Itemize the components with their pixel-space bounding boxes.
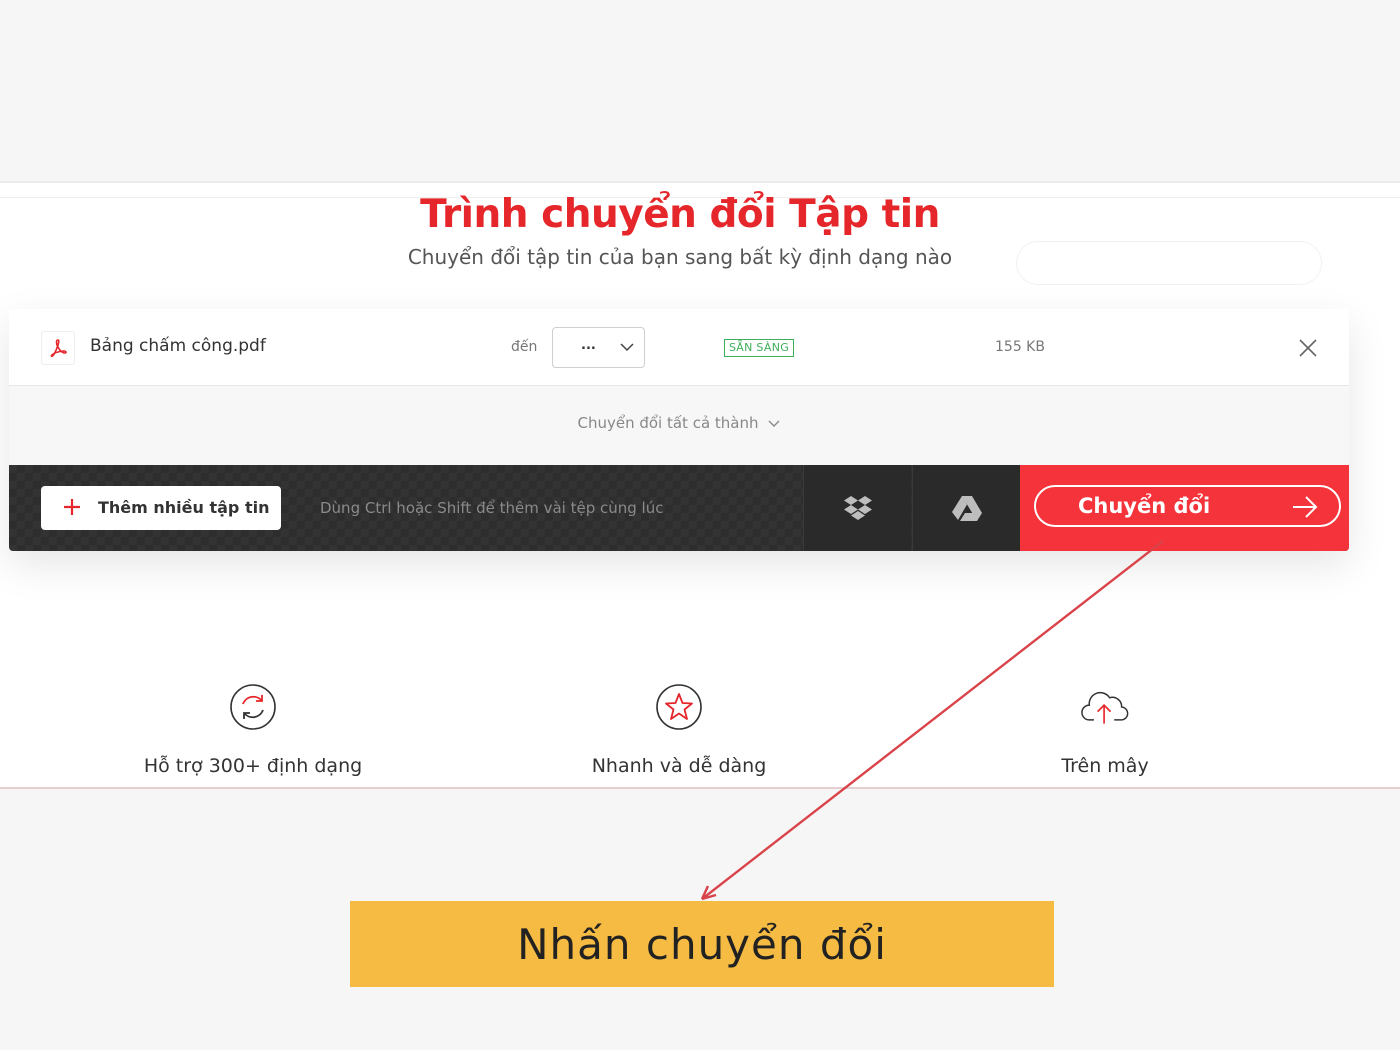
- feature-speed: Nhanh và dễ dàng: [519, 683, 839, 777]
- section-bottom-border: [0, 787, 1400, 789]
- file-row: Bảng chấm công.pdf đến ... SẴN SÀNG 155 …: [9, 309, 1349, 386]
- format-select-value: ...: [581, 338, 596, 353]
- feature-label: Trên mây: [1061, 755, 1149, 777]
- format-select[interactable]: ...: [552, 327, 645, 368]
- action-bar: Thêm nhiều tập tin Dùng Ctrl hoặc Shift …: [9, 465, 1349, 551]
- arrow-right-icon: [1293, 496, 1318, 518]
- add-files-label: Thêm nhiều tập tin: [98, 498, 270, 517]
- google-drive-button[interactable]: [912, 465, 1020, 551]
- callout-text: Nhấn chuyển đổi: [517, 919, 887, 969]
- dropbox-icon: [843, 496, 872, 520]
- refresh-icon: [230, 684, 276, 730]
- converter-card: Bảng chấm công.pdf đến ... SẴN SÀNG 155 …: [9, 309, 1349, 551]
- feature-formats: Hỗ trợ 300+ định dạng: [93, 683, 413, 777]
- file-name: Bảng chấm công.pdf: [90, 336, 266, 356]
- feature-label: Hỗ trợ 300+ định dạng: [143, 755, 363, 777]
- plus-icon: [64, 499, 80, 515]
- chevron-down-icon: [768, 420, 780, 427]
- file-size: 155 KB: [995, 339, 1045, 355]
- feature-cloud: Trên mây: [945, 683, 1265, 777]
- convert-zone: Chuyển đổi: [1020, 465, 1349, 551]
- convert-all-label: Chuyển đổi tất cả thành: [577, 414, 759, 432]
- pdf-file-icon: [41, 331, 75, 365]
- star-icon: [656, 684, 702, 730]
- google-drive-icon: [951, 496, 982, 521]
- feature-label: Nhanh và dễ dàng: [591, 755, 767, 777]
- multi-select-hint: Dùng Ctrl hoặc Shift để thêm vài tệp cùn…: [320, 499, 664, 517]
- convert-button-label: Chuyển đổi: [1078, 494, 1211, 518]
- faded-panel: [1016, 241, 1322, 285]
- to-label: đến: [511, 339, 538, 355]
- add-files-button[interactable]: Thêm nhiều tập tin: [41, 486, 281, 530]
- cloud-upload-icon: [1081, 691, 1129, 724]
- dropbox-button[interactable]: [803, 465, 911, 551]
- convert-button[interactable]: Chuyển đổi: [1034, 485, 1341, 527]
- chevron-down-icon: [620, 343, 634, 352]
- instruction-callout: Nhấn chuyển đổi: [350, 901, 1054, 987]
- remove-file-button[interactable]: [1297, 337, 1319, 359]
- close-icon: [1299, 339, 1317, 357]
- convert-all-dropdown[interactable]: Chuyển đổi tất cả thành: [9, 414, 1349, 432]
- page-title: Trình chuyển đổi Tập tin: [420, 192, 940, 237]
- status-badge: SẴN SÀNG: [724, 339, 795, 357]
- convert-all-row: Chuyển đổi tất cả thành: [9, 386, 1349, 465]
